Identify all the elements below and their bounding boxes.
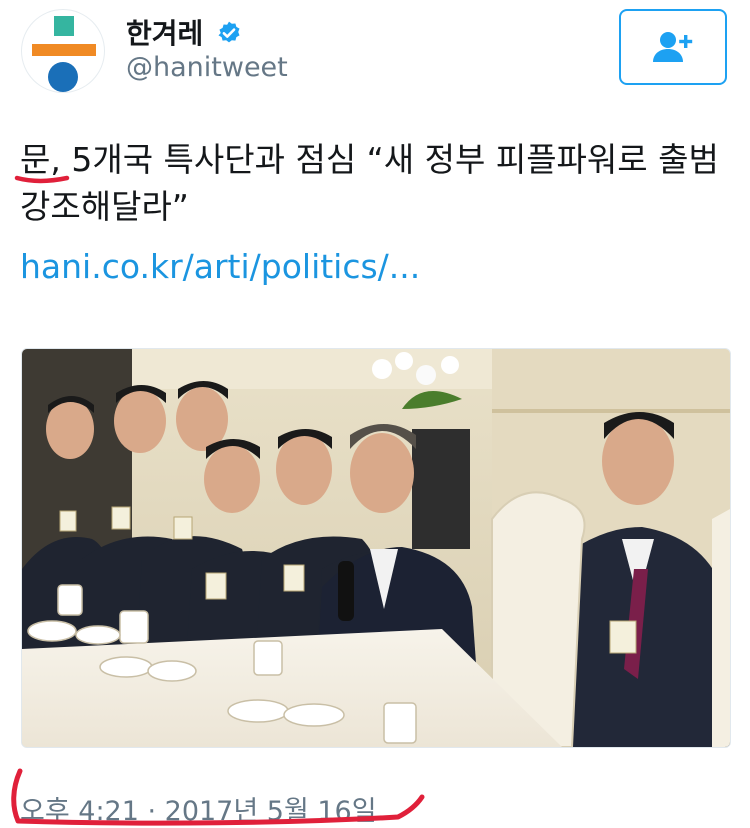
photo-illustration (22, 349, 730, 747)
avatar[interactable] (22, 10, 104, 92)
display-name[interactable]: 한겨레 (126, 12, 203, 52)
user-handle[interactable]: @hanitweet (126, 52, 288, 83)
logo-bar (32, 44, 96, 56)
follow-button[interactable] (619, 9, 727, 85)
tweet-link[interactable]: hani.co.kr/arti/politics/... (20, 247, 420, 286)
add-user-icon (653, 32, 693, 62)
verified-badge-icon (218, 21, 240, 43)
logo-square (54, 16, 74, 36)
tweet-timestamp[interactable]: 오후 4:21 · 2017년 5월 16일 (20, 789, 377, 828)
tweet-text: 문, 5개국 특사단과 점심 “새 정부 피플파워로 출범 강조해달라” (20, 140, 719, 226)
tweet-photo[interactable] (21, 348, 731, 748)
logo-dot (48, 62, 78, 92)
